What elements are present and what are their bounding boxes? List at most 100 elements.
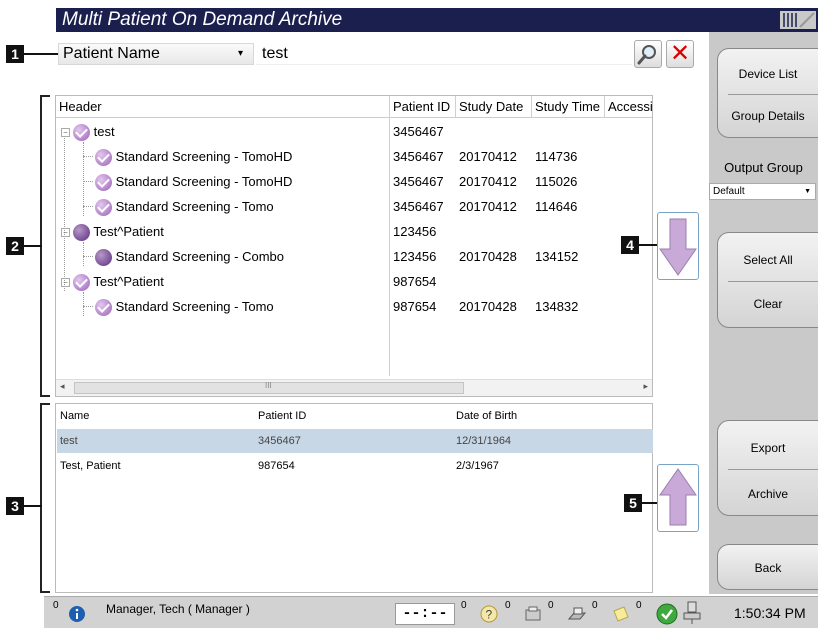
search-field-value: Patient Name [63, 45, 160, 62]
thumb-grip: III [265, 381, 272, 390]
cell-dob: 2/3/1967 [456, 460, 499, 472]
printer-icon[interactable] [568, 605, 586, 623]
cell-study-date: 20170412 [459, 174, 517, 189]
clock: 1:50:34 PM [734, 605, 806, 621]
grill-icon [780, 11, 816, 29]
header-col-study-time[interactable]: Study Time [532, 96, 605, 118]
collapse-icon[interactable]: − [61, 128, 70, 138]
move-up-button[interactable] [657, 464, 699, 532]
header-col-patient-id[interactable]: Patient ID [390, 96, 456, 118]
patient-list-table: Name Patient ID Date of Birth test 34564… [55, 403, 653, 593]
unchecked-icon[interactable] [95, 249, 112, 267]
scroll-left-icon[interactable]: ◂ [60, 381, 65, 392]
export-archive-group: Export Archive [717, 420, 818, 516]
cell-study-date: 20170412 [459, 149, 517, 164]
archive-button[interactable]: Archive [718, 487, 818, 501]
callout-2: 2 [6, 237, 24, 255]
checked-icon[interactable] [95, 174, 112, 192]
output-group-value: Default [713, 186, 745, 197]
checked-icon[interactable] [73, 274, 90, 292]
tree-row-study[interactable]: Standard Screening - TomoHD 3456467 2017… [56, 169, 652, 194]
magnifier-icon [637, 45, 656, 65]
callout-2-line [24, 245, 42, 247]
group-details-button[interactable]: Group Details [718, 109, 818, 123]
header-col-patient-id[interactable]: Patient ID [255, 404, 306, 428]
clear-button[interactable]: Clear [718, 297, 818, 311]
close-icon: ✕ [669, 40, 691, 67]
cell-study-time: 134152 [535, 249, 579, 264]
output-group-select[interactable]: Default ▼ [709, 183, 816, 200]
help-icon[interactable]: ? [480, 605, 498, 623]
cell-study-time: 114646 [535, 199, 578, 214]
notification-count: 0 [53, 600, 59, 611]
tree-row-label: Standard Screening - TomoHD [115, 149, 293, 164]
header-col-accession[interactable]: Accessi [605, 96, 654, 118]
network-icon[interactable] [682, 601, 702, 625]
checked-icon[interactable] [95, 199, 112, 217]
tree-row-label: Standard Screening - Tomo [115, 199, 274, 214]
cell-patient-id: 3456467 [393, 124, 444, 139]
scroll-right-icon[interactable]: ▸ [643, 381, 648, 392]
export-button[interactable]: Export [718, 441, 818, 455]
horizontal-scrollbar[interactable]: ◂ III ▸ [56, 379, 652, 396]
checkmark-status-icon[interactable] [656, 603, 678, 625]
callout-3: 3 [6, 497, 24, 515]
clear-search-button[interactable]: ✕ [666, 40, 694, 68]
cell-name: test [60, 435, 78, 447]
table-row[interactable]: Test, Patient 987654 2/3/1967 [57, 454, 653, 478]
cell-patient-id: 123456 [393, 224, 437, 239]
callout-1-line [24, 53, 58, 55]
cell-patient-id: 123456 [393, 249, 437, 264]
table-header: Header Patient ID Study Date Study Time … [56, 96, 654, 118]
tree-row-study[interactable]: Standard Screening - TomoHD 3456467 2017… [56, 144, 652, 169]
search-field-select[interactable]: Patient Name ▾ [58, 43, 254, 65]
move-down-button[interactable] [657, 212, 699, 280]
cell-study-date: 20170428 [459, 249, 517, 264]
collapse-icon[interactable]: − [61, 278, 70, 288]
checked-icon[interactable] [95, 149, 112, 167]
study-tree-table: Header Patient ID Study Date Study Time … [55, 95, 653, 397]
cell-study-time: 115026 [535, 174, 578, 189]
cell-study-date: 20170412 [459, 199, 517, 214]
svg-text:?: ? [486, 608, 493, 622]
header-col-dob[interactable]: Date of Birth [453, 404, 517, 428]
right-action-panel: Device List Group Details Output Group D… [709, 32, 818, 594]
unchecked-icon[interactable] [73, 224, 90, 242]
back-button-label: Back [754, 561, 782, 575]
device-list-button[interactable]: Device List [718, 67, 818, 81]
tree-row-study[interactable]: Standard Screening - Tomo 987654 2017042… [56, 294, 652, 319]
header-col-name[interactable]: Name [57, 404, 89, 428]
tree-row-study[interactable]: Standard Screening - Tomo 3456467 201704… [56, 194, 652, 219]
tree-row-patient[interactable]: − test 3456467 [56, 119, 652, 144]
header-col-header[interactable]: Header [56, 96, 390, 118]
cell-patient-id: 987654 [393, 299, 437, 314]
tree-row-patient[interactable]: − Test^Patient 123456 [56, 219, 652, 244]
chevron-down-icon: ▾ [237, 48, 243, 59]
selection-button-group: Select All Clear [717, 232, 818, 328]
callout-4-line [639, 244, 657, 246]
info-icon[interactable] [68, 605, 86, 623]
device-group-button: Device List Group Details [717, 48, 818, 138]
select-all-button[interactable]: Select All [718, 253, 818, 267]
callout-1: 1 [6, 45, 24, 63]
cell-patient-id: 987654 [258, 460, 295, 472]
back-button[interactable]: Back [717, 544, 818, 590]
status-count: 0 [636, 600, 642, 611]
cell-patient-id: 987654 [393, 274, 437, 289]
arrow-down-icon [659, 218, 697, 276]
callout-3-bracket [40, 403, 50, 593]
header-col-study-date[interactable]: Study Date [456, 96, 532, 118]
media-icon[interactable] [524, 605, 542, 623]
table-row-selected[interactable]: test 3456467 12/31/1964 [57, 429, 653, 453]
search-button[interactable] [634, 40, 662, 68]
tree-row-patient[interactable]: − Test^Patient 987654 [56, 269, 652, 294]
collapse-icon[interactable]: − [61, 228, 70, 238]
checked-icon[interactable] [95, 299, 112, 317]
tree-row-study[interactable]: Standard Screening - Combo 123456 201704… [56, 244, 652, 269]
search-input[interactable]: test [256, 43, 632, 65]
scrollbar-thumb[interactable]: III [74, 381, 464, 394]
search-row: Patient Name ▾ test ✕ [56, 40, 702, 68]
callout-5-line [642, 502, 658, 504]
checked-icon[interactable] [73, 124, 90, 142]
note-icon[interactable] [612, 605, 630, 623]
